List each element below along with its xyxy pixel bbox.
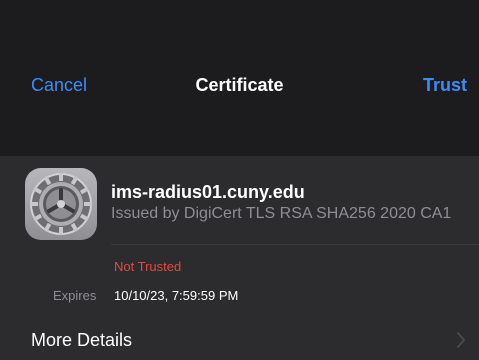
chevron-right-icon [457, 332, 465, 348]
expires-value: 10/10/23, 7:59:59 PM [114, 288, 239, 303]
trust-button[interactable]: Trust [423, 73, 467, 97]
more-details-row[interactable]: More Details [0, 322, 479, 360]
page-title: Certificate [195, 75, 284, 95]
certificate-name: ims-radius01.cuny.edu [111, 182, 305, 202]
settings-gear-icon [25, 168, 97, 240]
navigation-bar: Cancel Certificate Trust [0, 0, 479, 156]
certificate-issuer: Issued by DigiCert TLS RSA SHA256 2020 C… [111, 205, 452, 222]
trust-status: Not Trusted [114, 259, 182, 274]
divider [111, 244, 479, 245]
certificate-card: ims-radius01.cuny.edu Issued by DigiCert… [0, 156, 479, 360]
more-details-label: More Details [31, 330, 133, 350]
expires-label: Expires [53, 288, 97, 303]
